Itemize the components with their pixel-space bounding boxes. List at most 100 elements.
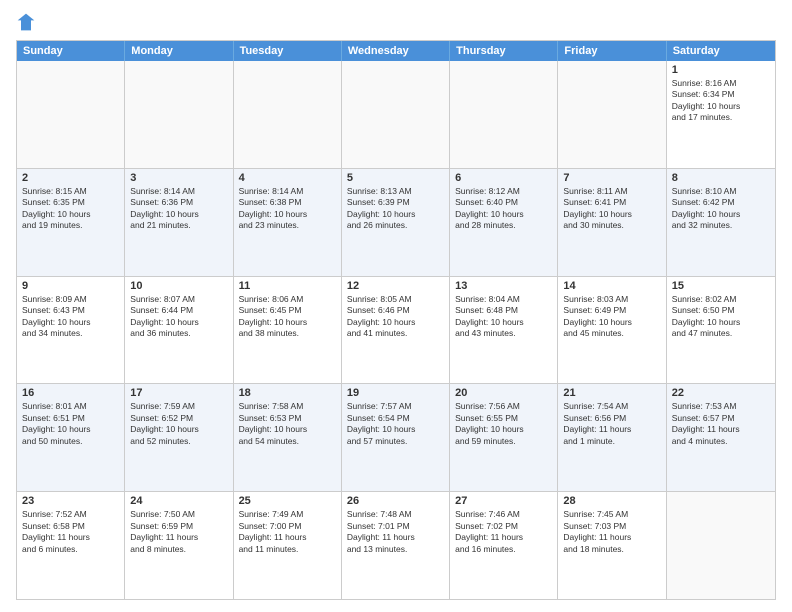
day-number: 12 <box>347 280 444 292</box>
cell-text: Sunrise: 8:03 AM Sunset: 6:49 PM Dayligh… <box>563 294 660 340</box>
day-number: 9 <box>22 280 119 292</box>
cell-text: Sunrise: 7:46 AM Sunset: 7:02 PM Dayligh… <box>455 509 552 555</box>
day-number: 3 <box>130 172 227 184</box>
cell-text: Sunrise: 8:16 AM Sunset: 6:34 PM Dayligh… <box>672 78 770 124</box>
day-number: 2 <box>22 172 119 184</box>
calendar-cell: 17 Sunrise: 7:59 AM Sunset: 6:52 PM Dayli… <box>125 384 233 491</box>
calendar-cell: 20 Sunrise: 7:56 AM Sunset: 6:55 PM Dayli… <box>450 384 558 491</box>
header-day: Saturday <box>667 41 775 61</box>
header-day: Monday <box>125 41 233 61</box>
page: SundayMondayTuesdayWednesdayThursdayFrid… <box>0 0 792 612</box>
day-number: 5 <box>347 172 444 184</box>
calendar-cell <box>342 61 450 168</box>
calendar-cell: 6 Sunrise: 8:12 AM Sunset: 6:40 PM Daylig… <box>450 169 558 276</box>
header-day: Wednesday <box>342 41 450 61</box>
calendar-cell: 24 Sunrise: 7:50 AM Sunset: 6:59 PM Dayli… <box>125 492 233 599</box>
calendar-cell <box>17 61 125 168</box>
calendar-cell: 10 Sunrise: 8:07 AM Sunset: 6:44 PM Dayli… <box>125 277 233 384</box>
calendar-row: 2 Sunrise: 8:15 AM Sunset: 6:35 PM Daylig… <box>17 168 775 276</box>
calendar-cell: 21 Sunrise: 7:54 AM Sunset: 6:56 PM Dayli… <box>558 384 666 491</box>
cell-text: Sunrise: 7:45 AM Sunset: 7:03 PM Dayligh… <box>563 509 660 555</box>
cell-text: Sunrise: 7:53 AM Sunset: 6:57 PM Dayligh… <box>672 401 770 447</box>
calendar-cell: 14 Sunrise: 8:03 AM Sunset: 6:49 PM Dayli… <box>558 277 666 384</box>
day-number: 4 <box>239 172 336 184</box>
calendar-cell: 22 Sunrise: 7:53 AM Sunset: 6:57 PM Dayli… <box>667 384 775 491</box>
cell-text: Sunrise: 8:02 AM Sunset: 6:50 PM Dayligh… <box>672 294 770 340</box>
calendar-cell: 19Sunrise: 7:57 AM Sunset: 6:54 PM Dayli… <box>342 384 450 491</box>
day-number: 19 <box>347 387 444 399</box>
calendar: SundayMondayTuesdayWednesdayThursdayFrid… <box>16 40 776 600</box>
calendar-cell <box>234 61 342 168</box>
day-number: 1 <box>672 64 770 76</box>
calendar-cell: 2 Sunrise: 8:15 AM Sunset: 6:35 PM Daylig… <box>17 169 125 276</box>
header <box>16 12 776 32</box>
cell-text: Sunrise: 8:05 AM Sunset: 6:46 PM Dayligh… <box>347 294 444 340</box>
day-number: 6 <box>455 172 552 184</box>
day-number: 11 <box>239 280 336 292</box>
day-number: 22 <box>672 387 770 399</box>
day-number: 7 <box>563 172 660 184</box>
cell-text: Sunrise: 8:14 AM Sunset: 6:38 PM Dayligh… <box>239 186 336 232</box>
calendar-row: 16Sunrise: 8:01 AM Sunset: 6:51 PM Dayli… <box>17 383 775 491</box>
calendar-cell: 28 Sunrise: 7:45 AM Sunset: 7:03 PM Dayli… <box>558 492 666 599</box>
calendar-cell: 9 Sunrise: 8:09 AM Sunset: 6:43 PM Daylig… <box>17 277 125 384</box>
calendar-cell: 11 Sunrise: 8:06 AM Sunset: 6:45 PM Dayli… <box>234 277 342 384</box>
day-number: 14 <box>563 280 660 292</box>
cell-text: Sunrise: 7:48 AM Sunset: 7:01 PM Dayligh… <box>347 509 444 555</box>
day-number: 13 <box>455 280 552 292</box>
day-number: 24 <box>130 495 227 507</box>
day-number: 23 <box>22 495 119 507</box>
day-number: 28 <box>563 495 660 507</box>
calendar-cell: 4 Sunrise: 8:14 AM Sunset: 6:38 PM Daylig… <box>234 169 342 276</box>
calendar-body: 1 Sunrise: 8:16 AM Sunset: 6:34 PM Daylig… <box>17 61 775 599</box>
calendar-cell: 23Sunrise: 7:52 AM Sunset: 6:58 PM Dayli… <box>17 492 125 599</box>
cell-text: Sunrise: 7:58 AM Sunset: 6:53 PM Dayligh… <box>239 401 336 447</box>
calendar-cell: 26 Sunrise: 7:48 AM Sunset: 7:01 PM Dayli… <box>342 492 450 599</box>
day-number: 18 <box>239 387 336 399</box>
header-day: Tuesday <box>234 41 342 61</box>
calendar-cell: 5 Sunrise: 8:13 AM Sunset: 6:39 PM Daylig… <box>342 169 450 276</box>
cell-text: Sunrise: 8:10 AM Sunset: 6:42 PM Dayligh… <box>672 186 770 232</box>
calendar-cell: 27 Sunrise: 7:46 AM Sunset: 7:02 PM Dayli… <box>450 492 558 599</box>
calendar-cell: 3 Sunrise: 8:14 AM Sunset: 6:36 PM Daylig… <box>125 169 233 276</box>
cell-text: Sunrise: 7:49 AM Sunset: 7:00 PM Dayligh… <box>239 509 336 555</box>
calendar-cell: 15 Sunrise: 8:02 AM Sunset: 6:50 PM Dayli… <box>667 277 775 384</box>
day-number: 10 <box>130 280 227 292</box>
cell-text: Sunrise: 8:04 AM Sunset: 6:48 PM Dayligh… <box>455 294 552 340</box>
cell-text: Sunrise: 8:01 AM Sunset: 6:51 PM Dayligh… <box>22 401 119 447</box>
cell-text: Sunrise: 8:06 AM Sunset: 6:45 PM Dayligh… <box>239 294 336 340</box>
day-number: 8 <box>672 172 770 184</box>
day-number: 17 <box>130 387 227 399</box>
cell-text: Sunrise: 8:11 AM Sunset: 6:41 PM Dayligh… <box>563 186 660 232</box>
calendar-cell: 25Sunrise: 7:49 AM Sunset: 7:00 PM Dayli… <box>234 492 342 599</box>
logo <box>16 12 40 32</box>
cell-text: Sunrise: 8:09 AM Sunset: 6:43 PM Dayligh… <box>22 294 119 340</box>
calendar-cell: 13 Sunrise: 8:04 AM Sunset: 6:48 PM Dayli… <box>450 277 558 384</box>
cell-text: Sunrise: 8:13 AM Sunset: 6:39 PM Dayligh… <box>347 186 444 232</box>
calendar-cell <box>667 492 775 599</box>
day-number: 15 <box>672 280 770 292</box>
day-number: 26 <box>347 495 444 507</box>
cell-text: Sunrise: 7:59 AM Sunset: 6:52 PM Dayligh… <box>130 401 227 447</box>
calendar-cell: 18 Sunrise: 7:58 AM Sunset: 6:53 PM Dayli… <box>234 384 342 491</box>
calendar-cell: 1 Sunrise: 8:16 AM Sunset: 6:34 PM Daylig… <box>667 61 775 168</box>
calendar-cell: 8 Sunrise: 8:10 AM Sunset: 6:42 PM Daylig… <box>667 169 775 276</box>
cell-text: Sunrise: 7:56 AM Sunset: 6:55 PM Dayligh… <box>455 401 552 447</box>
cell-text: Sunrise: 8:14 AM Sunset: 6:36 PM Dayligh… <box>130 186 227 232</box>
header-day: Thursday <box>450 41 558 61</box>
calendar-row: 23Sunrise: 7:52 AM Sunset: 6:58 PM Dayli… <box>17 491 775 599</box>
cell-text: Sunrise: 8:12 AM Sunset: 6:40 PM Dayligh… <box>455 186 552 232</box>
day-number: 21 <box>563 387 660 399</box>
day-number: 27 <box>455 495 552 507</box>
calendar-cell <box>450 61 558 168</box>
calendar-cell <box>125 61 233 168</box>
header-day: Sunday <box>17 41 125 61</box>
cell-text: Sunrise: 8:15 AM Sunset: 6:35 PM Dayligh… <box>22 186 119 232</box>
cell-text: Sunrise: 8:07 AM Sunset: 6:44 PM Dayligh… <box>130 294 227 340</box>
calendar-cell <box>558 61 666 168</box>
calendar-header: SundayMondayTuesdayWednesdayThursdayFrid… <box>17 41 775 61</box>
calendar-cell: 7 Sunrise: 8:11 AM Sunset: 6:41 PM Daylig… <box>558 169 666 276</box>
day-number: 20 <box>455 387 552 399</box>
cell-text: Sunrise: 7:50 AM Sunset: 6:59 PM Dayligh… <box>130 509 227 555</box>
cell-text: Sunrise: 7:54 AM Sunset: 6:56 PM Dayligh… <box>563 401 660 447</box>
